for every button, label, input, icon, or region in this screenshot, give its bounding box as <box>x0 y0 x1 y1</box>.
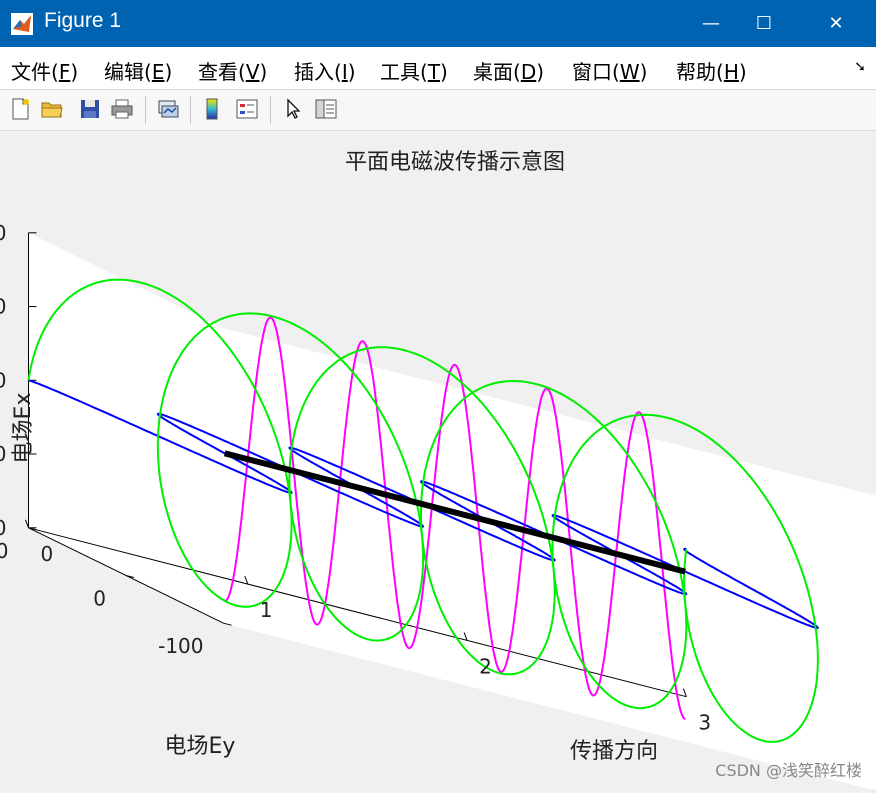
z-tick-label: -100 <box>0 516 7 540</box>
menu-overflow-arrow-icon[interactable]: ➘ <box>854 59 866 75</box>
print-icon[interactable] <box>110 97 134 121</box>
colorbar-icon[interactable] <box>200 97 224 121</box>
z-tick-label: 0 <box>0 368 7 392</box>
menu-bar: 文件(F) 编辑(E) 查看(V) 插入(I) 工具(T) 桌面(D) 窗口(W… <box>0 47 876 90</box>
z-axis-label: 电场Ex <box>11 393 36 464</box>
z-tick-label: 50 <box>0 295 7 319</box>
y-tick-label: -100 <box>158 634 203 658</box>
toolbar-separator <box>145 96 146 124</box>
maximize-button[interactable]: ☐ <box>731 0 797 47</box>
window-title: Figure 1 <box>44 9 121 33</box>
menu-help[interactable]: 帮助(H) <box>676 56 747 85</box>
title-bar: Figure 1 — ☐ ✕ <box>0 0 876 47</box>
toolbar-separator <box>190 96 191 124</box>
plot-3d[interactable]: -100-50050100-10001000123 平面电磁波传播示意图 电场E… <box>0 131 876 789</box>
open-file-icon[interactable] <box>40 97 64 121</box>
menu-tools[interactable]: 工具(T) <box>380 56 448 85</box>
z-tick-label: -50 <box>0 442 7 466</box>
watermark: CSDN @浅笑醉红楼 <box>715 757 862 781</box>
new-figure-icon[interactable] <box>8 97 32 121</box>
menu-window[interactable]: 窗口(W) <box>572 56 647 85</box>
x-tick-label: 2 <box>479 654 492 678</box>
x-axis-label: 传播方向 <box>570 739 658 764</box>
menu-insert[interactable]: 插入(I) <box>294 56 356 85</box>
menu-view[interactable]: 查看(V) <box>198 56 267 85</box>
figure-canvas: -100-50050100-10001000123 平面电磁波传播示意图 电场E… <box>0 131 876 789</box>
toolbar <box>0 90 876 131</box>
x-tick-label: 3 <box>698 711 711 735</box>
legend-icon[interactable] <box>235 97 259 121</box>
toolbar-separator <box>270 96 271 124</box>
menu-desktop[interactable]: 桌面(D) <box>473 56 544 85</box>
x-tick-label: 1 <box>260 598 273 622</box>
x-tick-label: 0 <box>41 542 54 566</box>
menu-file[interactable]: 文件(F) <box>11 56 78 85</box>
chart-title: 平面电磁波传播示意图 <box>345 150 565 175</box>
pointer-icon[interactable] <box>281 97 305 121</box>
property-inspector-icon[interactable] <box>314 97 338 121</box>
y-axis-label: 电场Ey <box>165 734 236 759</box>
z-tick-label: 100 <box>0 221 7 245</box>
save-icon[interactable] <box>78 97 102 121</box>
link-plot-icon[interactable] <box>156 97 180 121</box>
y-tick-label: 100 <box>0 539 9 563</box>
matlab-logo-icon <box>10 12 34 36</box>
y-tick-label: 0 <box>93 587 106 611</box>
close-button[interactable]: ✕ <box>803 0 869 47</box>
menu-edit[interactable]: 编辑(E) <box>104 56 172 85</box>
